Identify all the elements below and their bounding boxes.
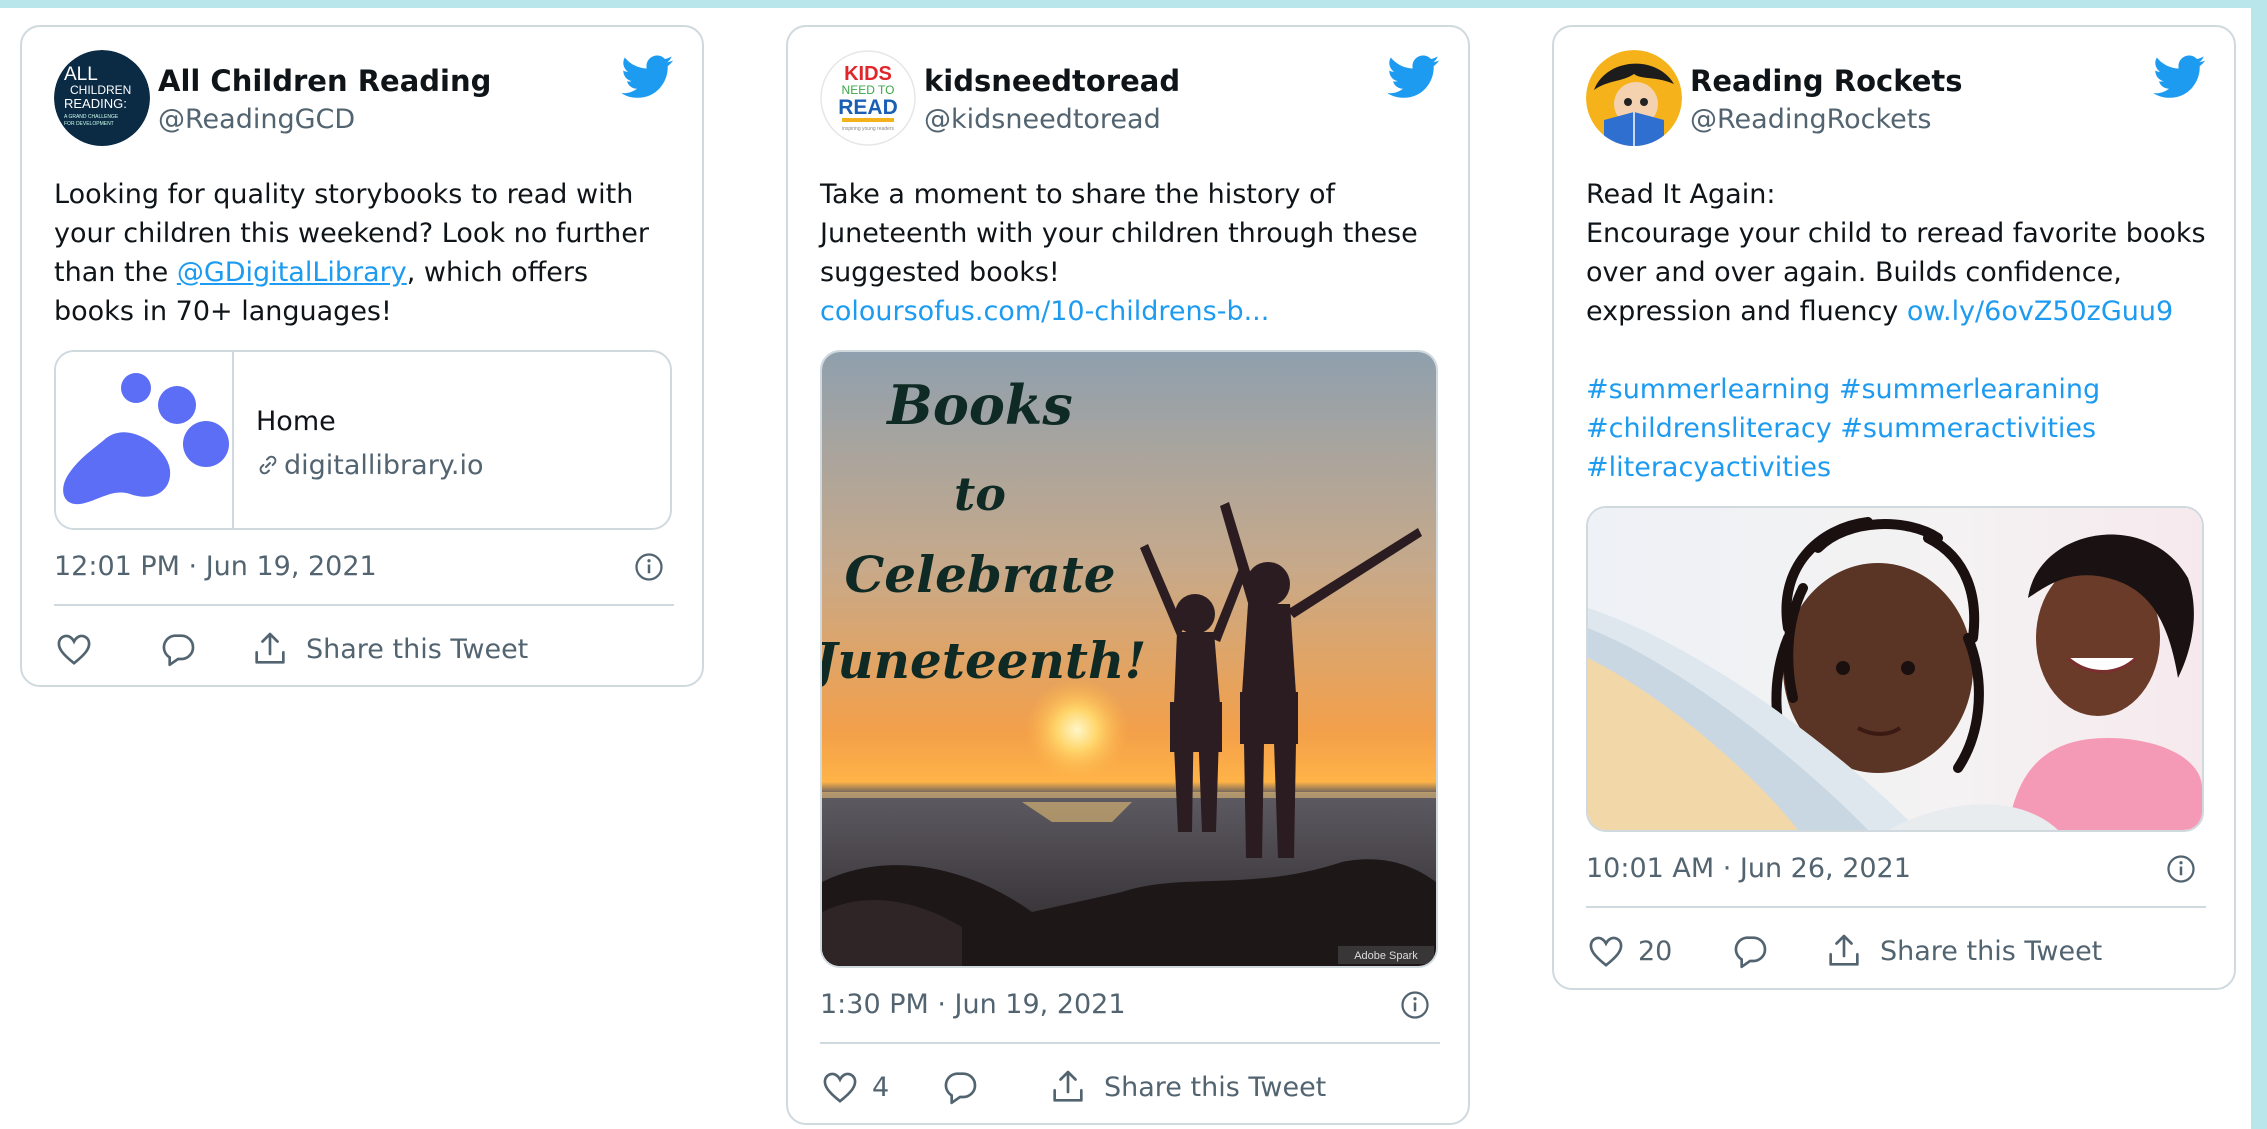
avatar-text: READING: <box>64 96 127 111</box>
heart-icon <box>1589 936 1623 967</box>
tweet-image[interactable]: Books to Celebrate Juneteenth! Adobe Spa… <box>820 350 1438 968</box>
info-icon[interactable] <box>634 552 664 582</box>
twitter-bird-icon[interactable] <box>1388 55 1440 99</box>
link-icon <box>259 455 277 475</box>
reply-icon <box>944 1072 977 1105</box>
tweet-image[interactable] <box>1586 506 2204 832</box>
juneteenth-sunset-image: Books to Celebrate Juneteenth! Adobe Spa… <box>822 352 1436 966</box>
avatar-text: KIDS <box>844 63 892 85</box>
image-caption-line: Books <box>885 373 1073 437</box>
tweet-text: Read It Again: Encourage your child to r… <box>1586 175 2206 487</box>
share-icon <box>1829 934 1859 966</box>
tweet-text-part: Read It Again: <box>1586 179 1776 210</box>
tweet-text-part: Take a moment to share the history of Ju… <box>820 179 1418 288</box>
image-caption-line: to <box>954 467 1006 521</box>
avatar-text: A GRAND CHALLENGE <box>64 114 119 120</box>
paw-logo-icon <box>63 373 229 505</box>
share-icon <box>1053 1070 1083 1102</box>
like-count: 4 <box>872 1071 890 1103</box>
tweet-text: Looking for quality storybooks to read w… <box>54 175 674 331</box>
display-name[interactable]: All Children Reading <box>158 64 491 98</box>
avatar-text: inspiring young readers <box>842 126 894 132</box>
twitter-bird-icon[interactable] <box>622 55 674 99</box>
link-card-domain-text: digitallibrary.io <box>284 450 484 481</box>
image-watermark: Adobe Spark <box>1354 950 1418 962</box>
user-handle[interactable]: @ReadingRockets <box>1690 104 1931 135</box>
url-link[interactable]: ow.ly/6ovZ50zGuu9 <box>1907 296 2173 327</box>
share-tweet-button[interactable]: Share this Tweet <box>1824 927 2102 975</box>
avatar[interactable] <box>1586 50 1682 146</box>
tweet-timestamp[interactable]: 1:30 PM · Jun 19, 2021 <box>820 989 1126 1020</box>
display-name[interactable]: kidsneedtoread <box>924 64 1180 98</box>
tweet-timestamp[interactable]: 10:01 AM · Jun 26, 2021 <box>1586 853 1911 884</box>
like-button[interactable]: 4 <box>820 1063 889 1111</box>
frame-right-strip <box>2251 0 2267 1129</box>
image-caption-line: Juneteenth! <box>822 631 1146 690</box>
share-tweet-button[interactable]: Share this Tweet <box>1048 1063 1326 1111</box>
tweet-card[interactable]: KIDS NEED TO READ inspiring young reader… <box>786 25 1470 1125</box>
tweet-timestamp[interactable]: 12:01 PM · Jun 19, 2021 <box>54 551 377 582</box>
tweet-actions: 20 Share this Tweet <box>1586 927 2206 975</box>
link-preview-card[interactable]: Home digitallibrary.io <box>54 350 672 530</box>
link-thumbnail <box>56 352 234 528</box>
link-card-title: Home <box>256 406 336 437</box>
like-count: 20 <box>1638 935 1673 967</box>
avatar[interactable]: KIDS NEED TO READ inspiring young reader… <box>820 50 916 146</box>
divider <box>820 1042 1440 1044</box>
like-button[interactable]: 20 <box>1586 927 1672 975</box>
avatar-text: FOR DEVELOPMENT <box>64 121 114 127</box>
info-icon[interactable] <box>1400 990 1430 1020</box>
share-label: Share this Tweet <box>1104 1071 1327 1103</box>
reply-button[interactable] <box>940 1063 980 1111</box>
frame-top-strip <box>0 0 2267 8</box>
reply-button[interactable] <box>1730 927 1770 975</box>
hashtags[interactable]: #summerlearning #summerlearaning #childr… <box>1586 370 2206 487</box>
twitter-bird-icon[interactable] <box>2154 55 2206 99</box>
reply-button[interactable] <box>158 625 198 673</box>
info-icon[interactable] <box>2166 854 2196 884</box>
link-card-domain: digitallibrary.io <box>256 450 484 481</box>
avatar-text: CHILDREN <box>70 83 131 97</box>
reply-icon <box>162 634 195 667</box>
share-label: Share this Tweet <box>306 633 529 665</box>
like-button[interactable] <box>54 625 106 673</box>
image-caption-line: Celebrate <box>844 545 1115 604</box>
tweet-card[interactable]: ALL CHILDREN READING: A GRAND CHALLENGE … <box>20 25 704 687</box>
mention-link[interactable]: @GDigitalLibrary <box>177 257 407 288</box>
avatar-text: NEED TO <box>842 83 895 97</box>
tweet-text: Take a moment to share the history of Ju… <box>820 175 1440 331</box>
reply-icon <box>1734 936 1767 969</box>
avatar[interactable]: ALL CHILDREN READING: A GRAND CHALLENGE … <box>54 50 150 146</box>
divider <box>1586 906 2206 908</box>
share-tweet-button[interactable]: Share this Tweet <box>250 625 528 673</box>
user-handle[interactable]: @kidsneedtoread <box>924 104 1161 135</box>
reading-photo-image <box>1588 508 2202 830</box>
tweet-actions: 4 Share this Tweet <box>820 1063 1440 1111</box>
url-link[interactable]: coloursofus.com/10-childrens-b... <box>820 292 1440 331</box>
share-label: Share this Tweet <box>1880 935 2103 967</box>
tweet-actions: Share this Tweet <box>54 625 674 673</box>
heart-icon <box>823 1072 857 1103</box>
user-handle[interactable]: @ReadingGCD <box>158 104 355 135</box>
share-icon <box>255 632 285 664</box>
heart-icon <box>57 634 91 665</box>
display-name[interactable]: Reading Rockets <box>1690 64 1963 98</box>
avatar-text: READ <box>838 96 898 119</box>
tweet-card[interactable]: Reading Rockets @ReadingRockets Read It … <box>1552 25 2236 990</box>
avatar-text: ALL <box>64 64 98 85</box>
divider <box>54 604 674 606</box>
